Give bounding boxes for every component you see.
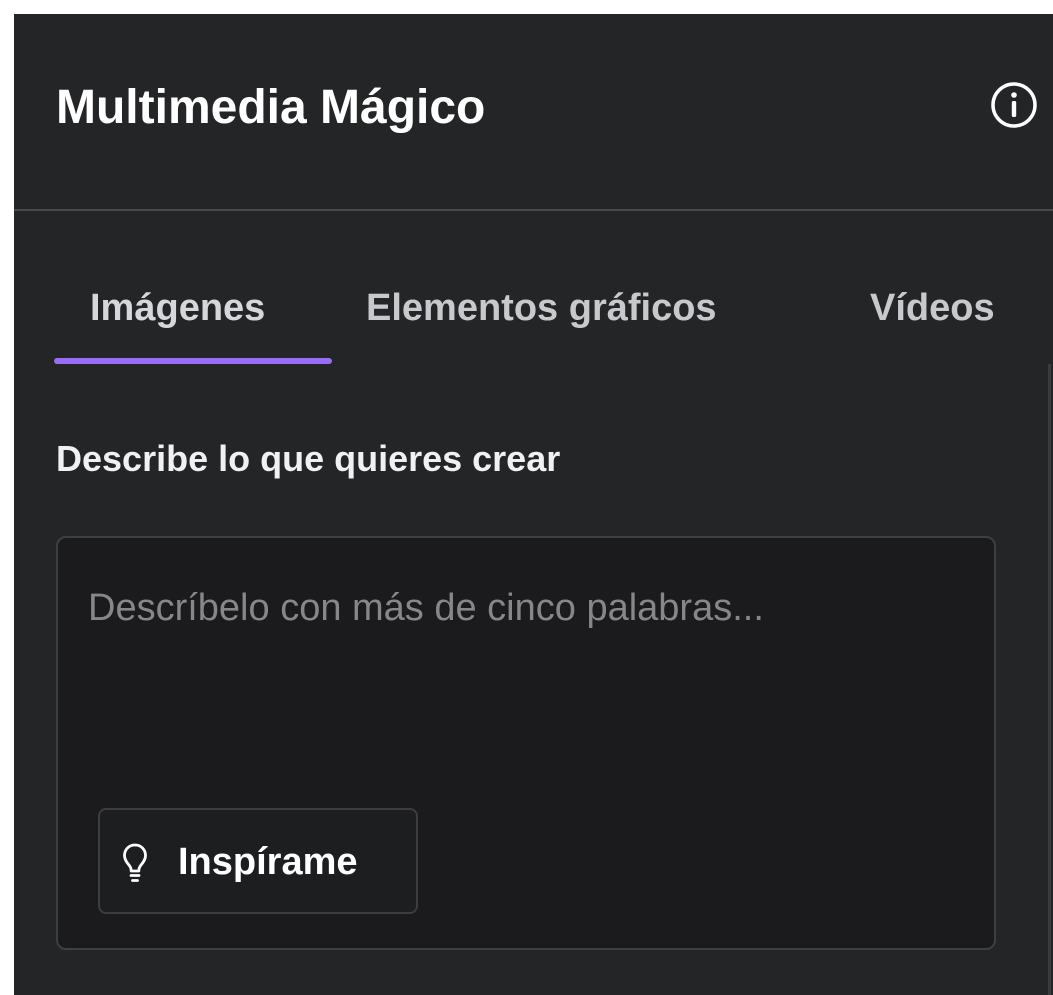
panel-title: Multimedia Mágico [56, 81, 486, 134]
header-divider [14, 209, 1053, 211]
tab-videos[interactable]: Vídeos [870, 286, 995, 330]
prompt-box: Inspírame [56, 536, 996, 950]
active-tab-indicator [54, 358, 332, 364]
prompt-input[interactable] [88, 578, 958, 638]
page: Multimedia Mágico Imágenes Elementos grá… [0, 0, 1053, 995]
info-icon [991, 82, 1037, 128]
tab-bar: Imágenes Elementos gráficos Vídeos [14, 254, 1053, 364]
magic-media-panel: Multimedia Mágico Imágenes Elementos grá… [14, 14, 1053, 995]
panel-header: Multimedia Mágico [14, 14, 1053, 209]
prompt-label: Describe lo que quieres crear [56, 438, 561, 479]
tab-graphic-elements[interactable]: Elementos gráficos [366, 286, 717, 330]
inspire-button-label: Inspírame [178, 841, 358, 883]
info-button[interactable] [989, 80, 1039, 130]
scrollbar-track[interactable] [1048, 364, 1051, 995]
lightbulb-icon [123, 843, 147, 882]
tab-images[interactable]: Imágenes [90, 286, 265, 330]
inspire-button[interactable]: Inspírame [98, 808, 418, 914]
